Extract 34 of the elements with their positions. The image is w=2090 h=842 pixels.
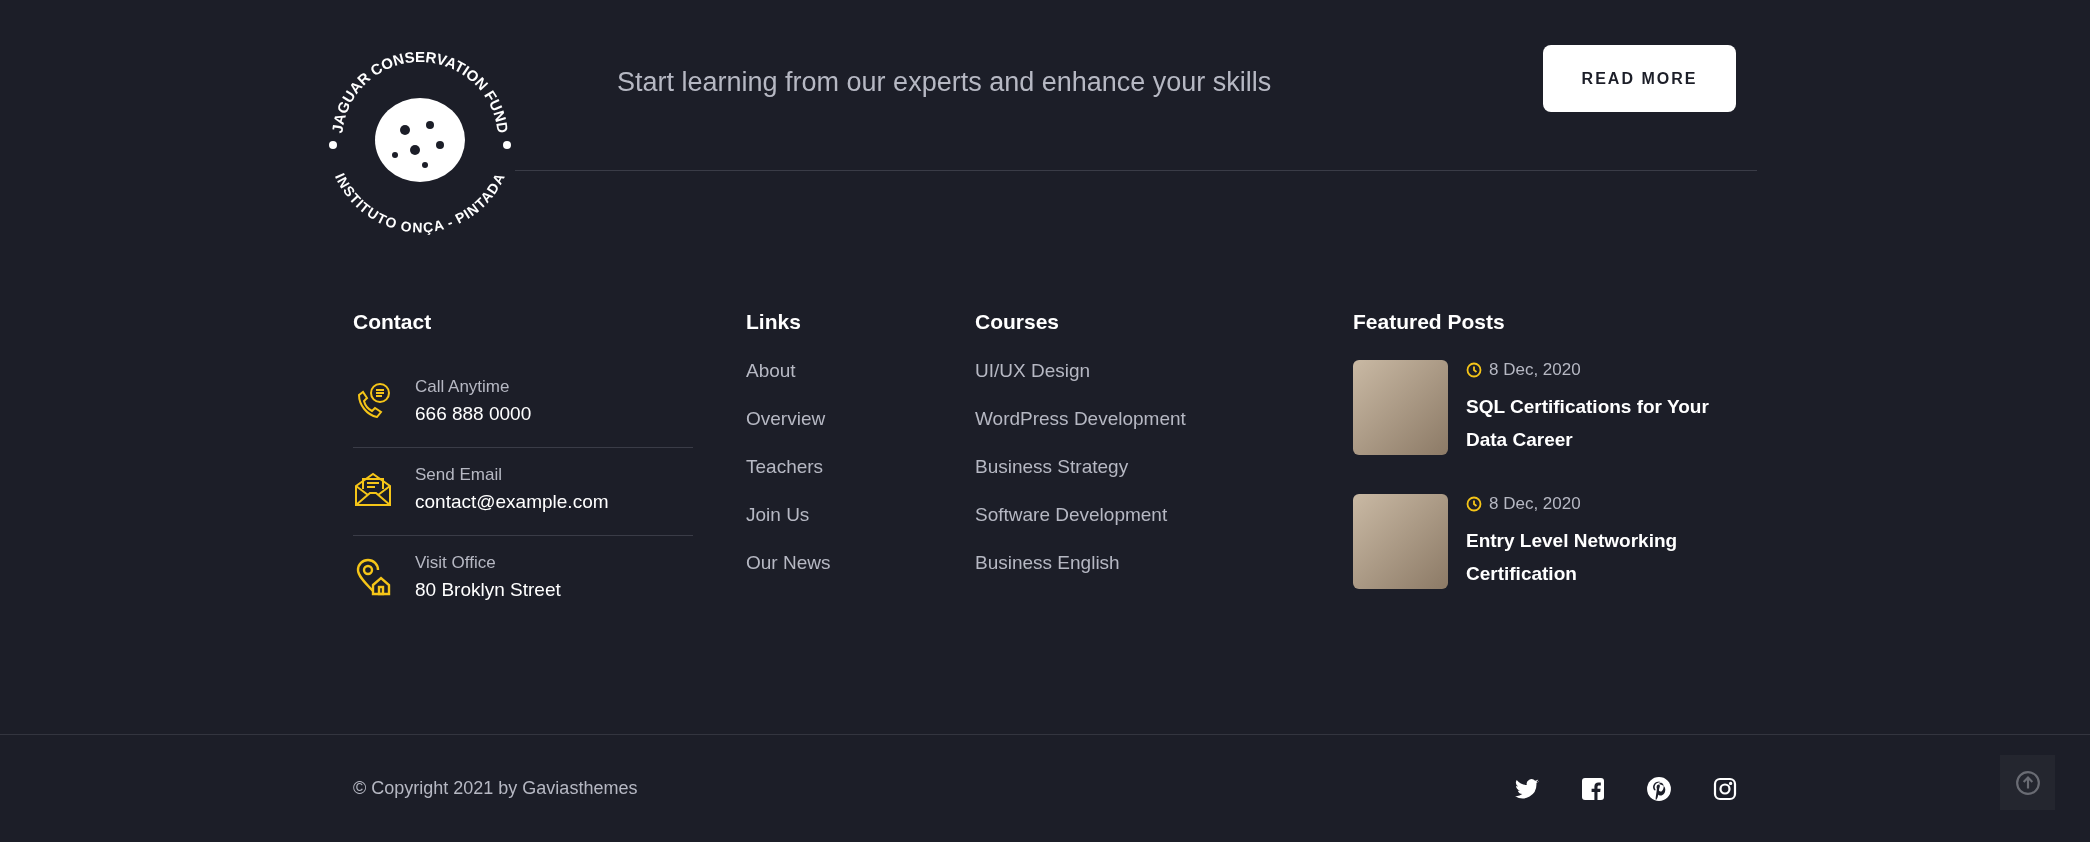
post-title-link[interactable]: SQL Certifications for Your Data Career (1466, 390, 1726, 456)
column-heading: Featured Posts (1353, 310, 1506, 334)
footer-link[interactable]: About (746, 360, 975, 382)
course-link[interactable]: WordPress Development (975, 408, 1353, 430)
course-link[interactable]: Business English (975, 552, 1353, 574)
facebook-icon[interactable] (1581, 776, 1605, 801)
column-heading: Links (746, 310, 802, 334)
up-arrow-circle-icon (2014, 769, 2041, 796)
contact-value: 80 Broklyn Street (415, 579, 561, 601)
contact-label: Visit Office (415, 553, 497, 573)
footer-link[interactable]: Join Us (746, 504, 975, 526)
clock-icon (1466, 496, 1482, 512)
copyright-text: © Copyright 2021 by Gaviasthemes (353, 778, 638, 799)
footer-link[interactable]: Teachers (746, 456, 975, 478)
tagline: Start learning from our experts and enhance your skills (617, 67, 1272, 98)
post-title-link[interactable]: Entry Level Networking Certification (1466, 524, 1726, 590)
contact-value: 666 888 0000 (415, 403, 532, 425)
contact-value: contact@example.com (415, 491, 609, 513)
course-link[interactable]: UI/UX Design (975, 360, 1353, 382)
clock-icon (1466, 362, 1482, 378)
course-link[interactable]: Business Strategy (975, 456, 1353, 478)
post-date: 8 Dec, 2020 (1489, 494, 1581, 514)
pinterest-icon[interactable] (1646, 775, 1672, 802)
column-heading: Contact (353, 310, 433, 334)
course-link[interactable]: Software Development (975, 504, 1353, 526)
instagram-icon[interactable] (1713, 776, 1737, 801)
post-date: 8 Dec, 2020 (1489, 360, 1581, 380)
column-heading: Courses (975, 310, 1061, 334)
read-more-button[interactable]: READ MORE (1543, 45, 1736, 112)
contact-label: Call Anytime (415, 377, 511, 397)
contact-label: Send Email (415, 465, 503, 485)
scroll-to-top-button[interactable] (2000, 755, 2055, 810)
footer-link[interactable]: Our News (746, 552, 975, 574)
footer-link[interactable]: Overview (746, 408, 975, 430)
